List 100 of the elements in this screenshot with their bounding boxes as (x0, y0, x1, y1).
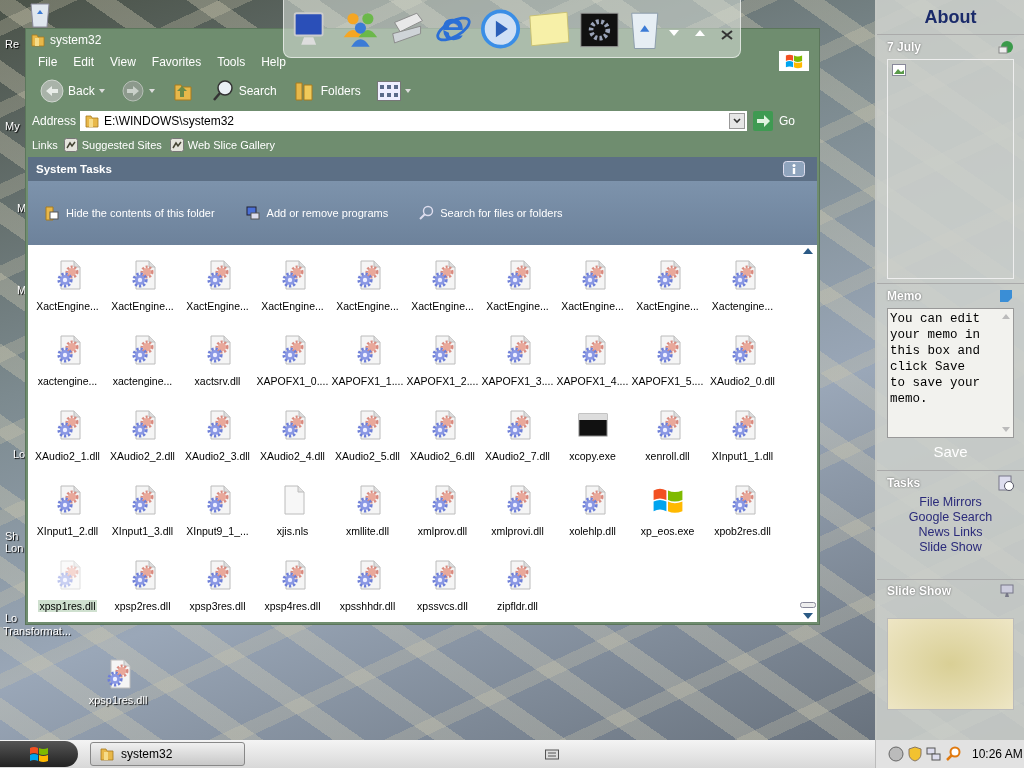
desktop-icon-label[interactable]: My (5, 120, 20, 132)
file-name[interactable]: XAudio2_0.dll (709, 375, 776, 387)
desktop-icon-label[interactable]: M (17, 202, 27, 214)
file-name[interactable]: xolehlp.dll (568, 525, 617, 537)
file-name[interactable]: XAPOFX1_4.... (555, 375, 630, 387)
close-icon[interactable] (721, 30, 733, 40)
desktop-icon-label[interactable]: Re (5, 38, 20, 50)
sticky-note-icon[interactable] (527, 9, 571, 49)
file-name[interactable]: xpssvcs.dll (416, 600, 469, 612)
file-name[interactable]: XAPOFX1_3.... (480, 375, 555, 387)
shield-icon[interactable] (907, 746, 923, 762)
back-button[interactable]: Back (34, 76, 111, 106)
collapse-arrow-icon[interactable] (695, 30, 705, 36)
file-name[interactable]: xpsp1res.dll (38, 600, 97, 612)
taskbar-window-button[interactable]: system32 (90, 742, 245, 766)
file-name[interactable]: xcopy.exe (568, 450, 617, 462)
file-name[interactable]: XInput9_1_... (185, 525, 250, 537)
links-label: Links (32, 139, 58, 151)
address-field[interactable]: E:\WINDOWS\system32 (80, 111, 747, 131)
web-page-icon (169, 138, 184, 152)
file-name[interactable]: xmllite.dll (344, 525, 391, 537)
scroll-down-arrow-icon[interactable] (803, 612, 813, 620)
file-name[interactable]: XactEngine... (485, 300, 550, 312)
file-name[interactable]: XAudio2_1.dll (34, 450, 101, 462)
file-name[interactable]: xpob2res.dll (713, 525, 772, 537)
menu-item[interactable]: Help (253, 55, 294, 69)
file-name[interactable]: xactengine... (36, 375, 99, 387)
scroll-thumb-icon[interactable] (800, 602, 816, 608)
start-button[interactable] (0, 741, 78, 767)
favorites-link[interactable]: Suggested Sites (63, 138, 162, 152)
task-link[interactable]: File Mirrors (919, 495, 982, 509)
file-name[interactable]: XAudio2_2.dll (109, 450, 176, 462)
go-button[interactable]: Go (751, 111, 819, 131)
file-name[interactable]: XAudio2_4.dll (259, 450, 326, 462)
file-name[interactable]: xjis.nls (275, 525, 310, 537)
file-name[interactable]: xactsrv.dll (193, 375, 242, 387)
task-link[interactable]: News Links (918, 525, 983, 539)
file-name[interactable]: XInput1_1.dll (710, 450, 775, 462)
task-link[interactable]: Google Search (908, 510, 993, 524)
folder-icon (30, 32, 46, 48)
folder-file-icon (44, 205, 60, 221)
network-icon[interactable] (926, 746, 942, 762)
file-name[interactable]: xp_eos.exe (639, 525, 696, 537)
menu-item[interactable]: View (102, 55, 144, 69)
info-icon[interactable] (783, 161, 805, 177)
search-button[interactable]: Search (204, 76, 283, 106)
file-name[interactable]: XAudio2_3.dll (184, 450, 251, 462)
file-name[interactable]: xpsp3res.dll (188, 600, 247, 612)
file-name[interactable]: xmlprov.dll (416, 525, 469, 537)
note-icon[interactable] (998, 288, 1014, 304)
task-link[interactable]: Slide Show (919, 540, 982, 554)
file-name[interactable]: Xactengine... (710, 300, 775, 312)
recycle-bin-icon[interactable] (28, 0, 52, 28)
file-name[interactable]: XactEngine... (410, 300, 475, 312)
clock-icon[interactable] (998, 475, 1014, 491)
task-link[interactable]: Add or remove programs (244, 205, 389, 221)
file-name[interactable]: xmlprovi.dll (490, 525, 545, 537)
file-name[interactable]: XactEngine... (335, 300, 400, 312)
file-name[interactable]: XInput1_2.dll (35, 525, 100, 537)
dropdown-caret-icon (404, 89, 411, 93)
memo-title: Memo (887, 289, 922, 303)
menu-item[interactable]: File (30, 55, 66, 69)
dropdown-caret-icon (148, 89, 155, 93)
media-player-icon[interactable] (480, 8, 520, 50)
views-grid-icon (376, 81, 401, 101)
file-name[interactable]: XAPOFX1_0.... (255, 375, 330, 387)
folders-button[interactable]: Folders (286, 76, 367, 106)
file-name[interactable]: XAudio2_5.dll (334, 450, 401, 462)
calendar-date: 7 July (887, 40, 922, 54)
menu-item[interactable]: Edit (65, 55, 103, 69)
file-name[interactable]: xpsp4res.dll (263, 600, 322, 612)
task-link[interactable]: Hide the contents of this folder (44, 205, 215, 221)
file-name[interactable]: XactEngine... (560, 300, 625, 312)
file-name[interactable]: XAPOFX1_5.... (630, 375, 705, 387)
file-name[interactable]: XactEngine... (35, 300, 100, 312)
file-name[interactable]: XactEngine... (260, 300, 325, 312)
memo-field[interactable]: You can edit your memo in this box and click Save to save your memo. (887, 308, 1014, 438)
file-name[interactable]: XactEngine... (635, 300, 700, 312)
file-name[interactable]: XAPOFX1_1.... (330, 375, 405, 387)
file-name[interactable]: XAudio2_6.dll (409, 450, 476, 462)
keyboard-icon[interactable] (545, 748, 559, 760)
task-link[interactable]: Search for files or folders (418, 205, 563, 221)
programs-box-icon (244, 205, 261, 221)
file-name[interactable]: zipfldr.dll (496, 600, 539, 612)
file-name[interactable]: xenroll.dll (644, 450, 691, 462)
file-name[interactable]: XactEngine... (185, 300, 250, 312)
favorites-link[interactable]: Web Slice Gallery (169, 138, 276, 152)
monitor-icon[interactable] (1000, 584, 1014, 598)
menu-item[interactable]: Favorites (143, 55, 210, 69)
file-name[interactable]: xpsp2res.dll (113, 600, 172, 612)
file-name[interactable]: XAudio2_7.dll (484, 450, 551, 462)
file-name[interactable]: xactengine... (111, 375, 174, 387)
clock[interactable]: 10:26 AM (972, 747, 1023, 761)
menu-item[interactable]: Tools (209, 55, 254, 69)
search-icon[interactable] (945, 746, 961, 762)
file-name[interactable]: XactEngine... (110, 300, 175, 312)
scroll-up-arrow-icon[interactable] (803, 247, 813, 255)
file-name[interactable]: XInput1_3.dll (110, 525, 175, 537)
file-name[interactable]: xpsshhdr.dll (338, 600, 397, 612)
file-name[interactable]: XAPOFX1_2.... (405, 375, 480, 387)
